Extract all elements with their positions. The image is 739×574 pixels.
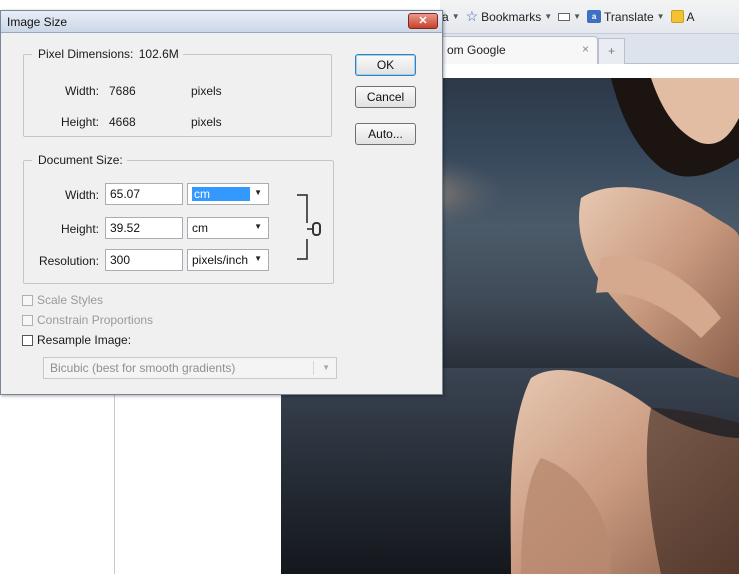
resample-image-label: Resample Image: <box>37 333 132 347</box>
tab-title: om Google <box>447 43 506 57</box>
pixel-dimensions-legend: Pixel Dimensions: 102.6M <box>32 47 183 61</box>
pixel-height-unit: pixels <box>191 115 222 129</box>
close-tab-icon[interactable]: × <box>582 42 589 56</box>
constrain-proportions-option[interactable]: Constrain Proportions <box>22 313 153 327</box>
dialog-title: Image Size <box>7 15 68 29</box>
close-icon[interactable]: ✕ <box>408 13 438 29</box>
pixel-dimensions-size: 102.6M <box>138 47 179 61</box>
doc-width-label: Width: <box>64 188 99 202</box>
resolution-unit-select[interactable]: pixels/inch ▼ <box>187 249 269 271</box>
resample-method-select[interactable]: Bicubic (best for smooth gradients) ▼ <box>43 357 337 379</box>
doc-height-input[interactable]: 39.52 <box>105 217 183 239</box>
toolbar-item-partial[interactable]: a ▼ <box>442 10 460 24</box>
resample-image-checkbox[interactable] <box>22 334 33 346</box>
bookmarks-label: Bookmarks <box>481 9 542 24</box>
pixel-width-label: Width: <box>64 84 99 98</box>
doc-height-unit-value: cm <box>192 221 208 235</box>
resample-method-value: Bicubic (best for smooth gradients) <box>50 361 236 375</box>
scale-styles-label: Scale Styles <box>37 293 104 307</box>
chain-link-icon <box>312 222 321 236</box>
chevron-down-icon: ▼ <box>322 363 330 372</box>
browser-tab[interactable]: om Google × <box>440 36 598 64</box>
pixel-height-value: 4668 <box>109 115 136 129</box>
ok-button[interactable]: OK <box>355 54 416 76</box>
translate-label: Translate <box>604 9 654 24</box>
doc-height-unit-select[interactable]: cm ▼ <box>187 217 269 239</box>
resolution-label: Resolution: <box>38 254 99 268</box>
constrain-proportions-checkbox[interactable] <box>22 314 33 326</box>
pixel-dimensions-label: Pixel Dimensions: <box>38 47 134 61</box>
page-button[interactable]: ▼ <box>558 12 581 21</box>
doc-height-label: Height: <box>60 222 99 236</box>
doc-width-unit-value: cm <box>192 187 250 201</box>
document-size-legend: Document Size: <box>32 153 127 167</box>
chevron-down-icon: ▼ <box>451 12 460 21</box>
chevron-down-icon: ▼ <box>254 254 262 263</box>
doc-width-unit-select[interactable]: cm ▼ <box>187 183 269 205</box>
pixel-width-unit: pixels <box>191 84 222 98</box>
pixel-height-label: Height: <box>60 115 99 129</box>
resolution-unit-value: pixels/inch <box>192 253 249 267</box>
autofill-icon <box>670 10 684 23</box>
toolbar-partial-label: a <box>442 9 449 24</box>
pixel-width-value: 7686 <box>109 84 136 98</box>
doc-width-input[interactable]: 65.07 <box>105 183 183 205</box>
new-tab-button[interactable]: + <box>598 38 625 64</box>
browser-toolbar: a ▼ ☆ Bookmarks ▼ ▼ a Translate ▼ A <box>440 0 739 34</box>
toolbar-partial-last-label: A <box>686 9 695 24</box>
image-size-dialog: Image Size ✕ Pixel Dimensions: 102.6M Wi… <box>0 10 443 395</box>
page-divider <box>114 392 115 574</box>
resolution-input[interactable]: 300 <box>105 249 183 271</box>
chevron-down-icon: ▼ <box>544 12 553 21</box>
translate-icon: a <box>587 10 602 23</box>
chevron-down-icon: ▼ <box>254 188 262 197</box>
bookmarks-button[interactable]: ☆ Bookmarks ▼ <box>466 8 553 25</box>
toolbar-item-autofill[interactable]: A <box>670 9 695 24</box>
chevron-down-icon: ▼ <box>656 12 665 21</box>
page-icon <box>558 12 571 21</box>
select-divider <box>313 361 314 375</box>
resample-image-option[interactable]: Resample Image: <box>22 333 131 347</box>
translate-button[interactable]: a Translate ▼ <box>587 10 665 24</box>
bookmark-star-icon: ☆ <box>465 8 479 24</box>
document-size-label: Document Size: <box>38 153 123 167</box>
dialog-titlebar[interactable]: Image Size ✕ <box>1 11 442 33</box>
scale-styles-checkbox[interactable] <box>22 294 33 306</box>
auto-button[interactable]: Auto... <box>355 123 416 145</box>
constrain-proportions-label: Constrain Proportions <box>37 313 154 327</box>
cancel-button[interactable]: Cancel <box>355 86 416 108</box>
chevron-down-icon: ▼ <box>254 222 262 231</box>
scale-styles-option[interactable]: Scale Styles <box>22 293 103 307</box>
tab-bar: om Google × + <box>440 34 739 64</box>
chevron-down-icon: ▼ <box>573 12 582 21</box>
